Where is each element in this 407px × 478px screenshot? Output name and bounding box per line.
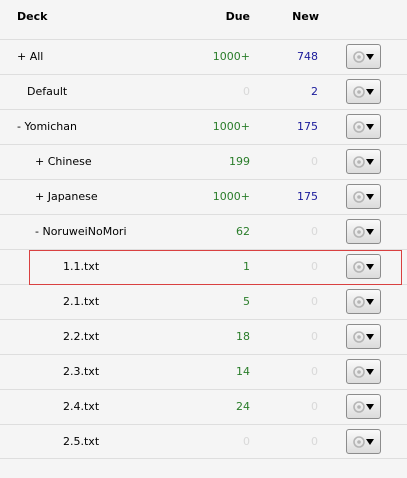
new-count: 0 — [311, 330, 318, 343]
due-count: 199 — [229, 155, 250, 168]
deck-name[interactable]: 2.2.txt — [63, 330, 99, 343]
new-count: 0 — [311, 295, 318, 308]
new-count: 0 — [311, 155, 318, 168]
deck-row[interactable]: + Chinese 199 0 — [0, 144, 407, 179]
deck-options-button[interactable] — [346, 219, 381, 244]
deck-options-button[interactable] — [346, 114, 381, 139]
deck-row[interactable]: - Yomichan 1000+ 175 — [0, 109, 407, 144]
selection-highlight — [29, 250, 402, 285]
deck-name[interactable]: + Japanese — [35, 190, 98, 203]
deck-list: + All 1000+ 748 Default 0 2 - Yomichan 1000+ 175… — [0, 39, 407, 459]
deck-row[interactable]: - NoruweiNoMori 62 0 — [0, 214, 407, 249]
deck-name[interactable]: - NoruweiNoMori — [35, 225, 127, 238]
deck-options-button[interactable] — [346, 79, 381, 104]
new-count: 2 — [311, 85, 318, 98]
deck-name[interactable]: 2.4.txt — [63, 400, 99, 413]
new-count: 748 — [297, 50, 318, 63]
deck-name[interactable]: 2.5.txt — [63, 435, 99, 448]
due-column-header: Due — [225, 10, 250, 23]
deck-name[interactable]: 2.3.txt — [63, 365, 99, 378]
due-count: 1000+ — [212, 120, 250, 133]
new-column-header: New — [292, 10, 319, 23]
due-count: 24 — [236, 400, 250, 413]
deck-list-header: Deck Due New — [0, 0, 407, 34]
due-count: 14 — [236, 365, 250, 378]
deck-options-button[interactable] — [346, 324, 381, 349]
due-count: 0 — [243, 85, 250, 98]
new-count: 0 — [311, 225, 318, 238]
deck-column-header: Deck — [17, 10, 48, 23]
due-count: 1000+ — [212, 50, 250, 63]
deck-options-button[interactable] — [346, 149, 381, 174]
deck-options-button[interactable] — [346, 394, 381, 419]
deck-name[interactable]: - Yomichan — [17, 120, 77, 133]
deck-options-button[interactable] — [346, 289, 381, 314]
deck-name[interactable]: Default — [27, 85, 67, 98]
deck-row[interactable]: Default 0 2 — [0, 74, 407, 109]
deck-options-button[interactable] — [346, 44, 381, 69]
deck-name[interactable]: + All — [17, 50, 43, 63]
deck-row[interactable]: 2.5.txt 0 0 — [0, 424, 407, 459]
deck-options-button[interactable] — [346, 429, 381, 454]
deck-row[interactable]: + All 1000+ 748 — [0, 39, 407, 74]
deck-name[interactable]: 2.1.txt — [63, 295, 99, 308]
new-count: 0 — [311, 435, 318, 448]
deck-options-button[interactable] — [346, 359, 381, 384]
due-count: 5 — [243, 295, 250, 308]
deck-row[interactable]: 2.3.txt 14 0 — [0, 354, 407, 389]
deck-options-button[interactable] — [346, 184, 381, 209]
new-count: 0 — [311, 365, 318, 378]
deck-row[interactable]: 2.2.txt 18 0 — [0, 319, 407, 354]
due-count: 1000+ — [212, 190, 250, 203]
due-count: 0 — [243, 435, 250, 448]
due-count: 18 — [236, 330, 250, 343]
deck-row[interactable]: + Japanese 1000+ 175 — [0, 179, 407, 214]
new-count: 175 — [297, 120, 318, 133]
deck-row[interactable]: 2.4.txt 24 0 — [0, 389, 407, 424]
due-count: 62 — [236, 225, 250, 238]
new-count: 0 — [311, 400, 318, 413]
new-count: 175 — [297, 190, 318, 203]
deck-row[interactable]: 2.1.txt 5 0 — [0, 284, 407, 319]
deck-name[interactable]: + Chinese — [35, 155, 92, 168]
